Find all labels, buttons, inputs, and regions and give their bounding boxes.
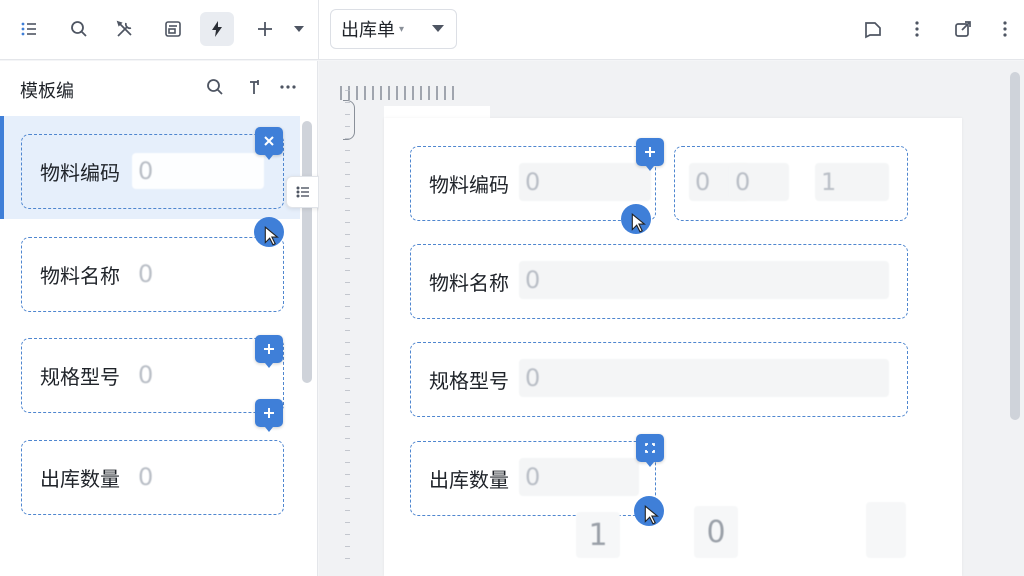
field-label: 出库数量	[429, 468, 509, 492]
tools-icon[interactable]	[108, 12, 142, 46]
panel-title: 模板编	[20, 81, 74, 102]
chevron-down-icon[interactable]	[294, 26, 304, 32]
ghost-value: 0	[694, 506, 738, 558]
field-value: 0	[132, 459, 264, 495]
canvas-field-card[interactable]: 出库数量 0	[410, 441, 656, 516]
field-card[interactable]: 出库数量 0	[21, 440, 284, 515]
field-card[interactable]: 规格型号 0	[21, 338, 284, 413]
field-label: 物料编码	[40, 161, 120, 185]
field-label: 物料编码	[429, 173, 509, 197]
resize-icon[interactable]	[636, 434, 664, 467]
canvas-field-card[interactable]: 物料编码 0	[410, 146, 656, 221]
plus-icon[interactable]	[255, 399, 283, 432]
chevron-down-icon[interactable]	[432, 25, 444, 32]
pin-icon[interactable]	[242, 75, 266, 99]
small-chevron-icon: ▾	[399, 23, 405, 35]
field-label: 物料名称	[429, 271, 509, 295]
field-card[interactable]: 物料编码 0	[21, 134, 284, 209]
plus-icon[interactable]	[248, 12, 282, 46]
list-icon[interactable]	[287, 177, 320, 207]
more-horizontal-icon[interactable]	[276, 75, 300, 99]
field-label: 规格型号	[40, 365, 120, 389]
field-label: 规格型号	[429, 369, 509, 393]
lightning-icon[interactable]	[200, 12, 234, 46]
field-value: 0	[519, 261, 889, 299]
more-vertical-icon[interactable]	[900, 12, 934, 46]
plus-icon[interactable]	[636, 138, 664, 171]
panel-scrollbar[interactable]	[302, 121, 312, 383]
field-value: 0	[519, 163, 651, 201]
canvas-field-card[interactable]: 物料名称 0	[410, 244, 908, 319]
plus-icon[interactable]	[255, 335, 283, 368]
field-label: 出库数量	[40, 467, 120, 491]
cursor-icon	[254, 217, 284, 247]
search-icon[interactable]	[62, 12, 96, 46]
close-icon[interactable]	[255, 127, 283, 160]
document-select[interactable]: 出库单 ▾	[330, 9, 457, 49]
field-card[interactable]: 物料名称 0	[21, 237, 284, 312]
field-value: 0	[132, 153, 264, 189]
ghost-value: 1	[576, 512, 620, 558]
toolbar-divider	[318, 0, 319, 60]
more-vertical-icon[interactable]	[988, 12, 1022, 46]
field-value: 0	[132, 256, 264, 292]
field-value: 0	[519, 359, 889, 397]
canvas-field-card[interactable]: 0 0 1	[674, 146, 908, 221]
canvas-scrollbar[interactable]	[1010, 72, 1020, 420]
field-value: 0	[132, 357, 264, 393]
template-panel: 模板编 物料编码 0 物料名称 0 规格型号 0 出库数量 0	[0, 61, 318, 576]
ghost-block	[866, 502, 906, 558]
share-icon[interactable]	[946, 12, 980, 46]
canvas-field-card[interactable]: 规格型号 0	[410, 342, 908, 417]
top-toolbar: 出库单 ▾	[0, 0, 1024, 60]
field-value: 1	[815, 163, 889, 201]
form-icon[interactable]	[156, 12, 190, 46]
field-value: 0	[729, 163, 789, 201]
search-icon[interactable]	[203, 75, 227, 99]
list-icon[interactable]	[12, 12, 46, 46]
comment-icon[interactable]	[856, 12, 890, 46]
field-label: 物料名称	[40, 264, 120, 288]
vertical-ruler	[342, 90, 354, 570]
field-value: 0	[519, 458, 639, 496]
cursor-icon	[634, 496, 664, 526]
horizontal-ruler	[340, 86, 456, 100]
document-select-value: 出库单	[341, 20, 395, 41]
cursor-icon	[621, 204, 651, 234]
